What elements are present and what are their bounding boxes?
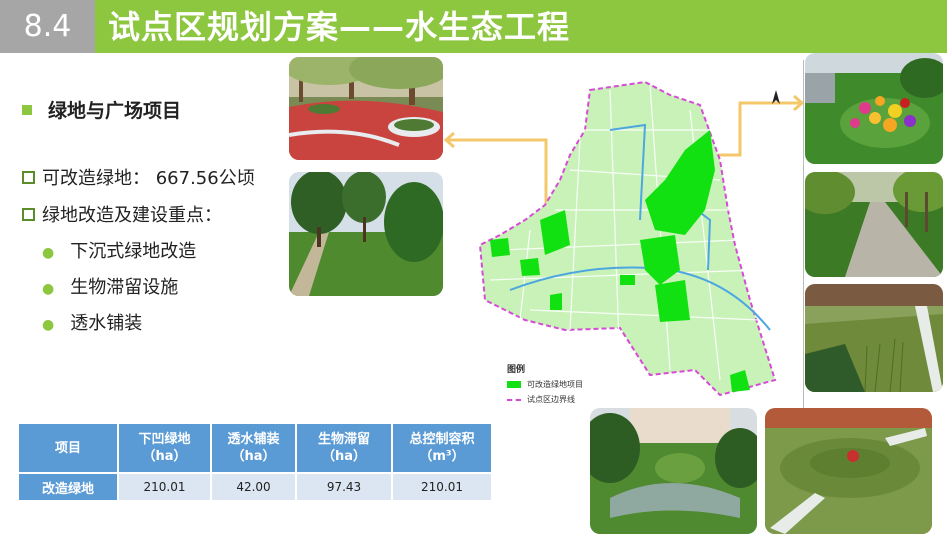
- green-area-line: 可改造绿地： 667.56公顷: [22, 164, 255, 190]
- green-area-text: 可改造绿地： 667.56公顷: [42, 168, 255, 189]
- legend-item-label: 可改造绿地项目: [527, 380, 583, 389]
- legend-item: 试点区边界线: [507, 394, 583, 405]
- list-item: ● 生物滞留设施: [42, 273, 178, 299]
- table-header-cell: 总控制容积 （m³）: [393, 424, 491, 472]
- page-title: 试点区规划方案——水生态工程: [108, 8, 571, 46]
- table-cell: 改造绿地: [19, 474, 117, 500]
- table-header-cell: 透水铺装 （ha）: [212, 424, 295, 472]
- table-row: 改造绿地 210.01 42.00 97.43 210.01: [19, 474, 491, 500]
- list-item-label: 下沉式绿地改造: [70, 241, 197, 262]
- table-cell: 210.01: [393, 474, 491, 500]
- list-item: ● 下沉式绿地改造: [42, 237, 196, 263]
- checkbox-bullet-icon: [22, 170, 35, 184]
- park-photo: [289, 172, 443, 296]
- green-swatch-icon: [507, 381, 521, 388]
- table-cell: 97.43: [297, 474, 391, 500]
- legend-title: 图例: [507, 365, 526, 375]
- dot-bullet-icon: ●: [42, 245, 55, 261]
- flowerbed-photo: [805, 53, 943, 164]
- list-item: ● 透水铺装: [42, 309, 142, 335]
- table-cell: 210.01: [119, 474, 210, 500]
- table-header-cell: 项目: [19, 424, 117, 472]
- list-item-label: 生物滞留设施: [70, 277, 179, 298]
- table-header-cell: 生物滞留 （ha）: [297, 424, 391, 472]
- plaza-photo: [289, 57, 443, 160]
- boundary-line-icon: [507, 398, 521, 401]
- section-number: 8.4: [0, 0, 95, 53]
- table-header-row: 项目 下凹绿地 （ha） 透水铺装 （ha） 生物滞留 （ha） 总控制容积 （…: [19, 424, 491, 472]
- checkbox-bullet-icon: [22, 207, 35, 221]
- table-cell: 42.00: [212, 474, 295, 500]
- key-points-text: 绿地改造及建设重点：: [42, 205, 222, 226]
- key-points-line: 绿地改造及建设重点：: [22, 201, 222, 227]
- section-heading: 绿地与广场项目: [22, 96, 181, 123]
- bioretention-photo: [805, 284, 943, 392]
- table-header-cell: 下凹绿地 （ha）: [119, 424, 210, 472]
- data-table: 项目 下凹绿地 （ha） 透水铺装 （ha） 生物滞留 （ha） 总控制容积 （…: [17, 422, 493, 502]
- list-item-label: 透水铺装: [70, 313, 143, 334]
- map-legend: 图例 可改造绿地项目 试点区边界线: [507, 362, 583, 405]
- legend-item: 可改造绿地项目: [507, 379, 583, 390]
- wetland-park-photo: [590, 408, 757, 534]
- walkway-photo: [805, 172, 943, 277]
- bullet-square-icon: [22, 104, 32, 115]
- dot-bullet-icon: ●: [42, 281, 55, 297]
- rain-garden-photo: [765, 408, 932, 534]
- dot-bullet-icon: ●: [42, 317, 55, 333]
- legend-item-label: 试点区边界线: [527, 395, 575, 404]
- north-arrow-line: [803, 60, 804, 420]
- section-heading-label: 绿地与广场项目: [48, 100, 182, 122]
